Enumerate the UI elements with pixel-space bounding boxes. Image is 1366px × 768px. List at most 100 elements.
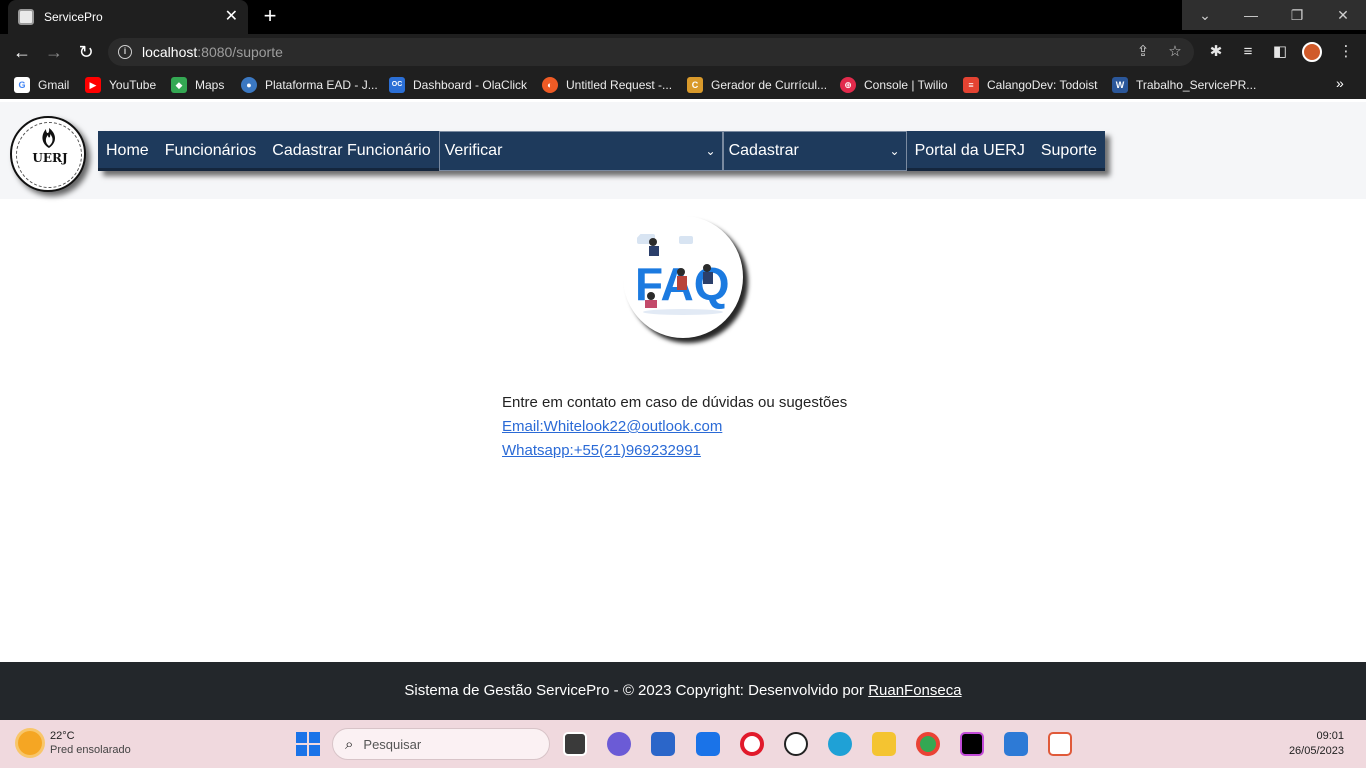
edge-icon[interactable]	[828, 732, 852, 756]
curriculo-icon: C	[687, 77, 703, 93]
snipping-tool-icon[interactable]	[1048, 732, 1072, 756]
bookmark-plataforma-ead[interactable]: ● Plataforma EAD - J...	[241, 76, 378, 94]
footer-text: Sistema de Gestão ServicePro - © 2023 Co…	[404, 682, 869, 699]
bookmark-label: Maps	[195, 78, 225, 92]
teams-chat-icon[interactable]	[607, 732, 631, 756]
contact-intro: Entre em contato em caso de dúvidas ou s…	[502, 394, 848, 411]
bookmark-star-icon[interactable]: ☆	[1166, 43, 1184, 61]
address-bar[interactable]: i localhost:8080/suporte ⇪ ☆	[108, 38, 1194, 66]
nav-portal-uerj[interactable]: Portal da UERJ	[906, 131, 1033, 171]
menu-dots-icon[interactable]: ⋮	[1336, 42, 1356, 62]
bookmark-gerador-curriculo[interactable]: C Gerador de Currícul...	[687, 76, 827, 94]
author-link[interactable]: RuanFonseca	[868, 682, 961, 699]
tab-close-icon[interactable]: ✕	[225, 9, 238, 25]
bookmarks-overflow-icon[interactable]: »	[1336, 75, 1344, 91]
bookmark-label: YouTube	[109, 78, 157, 92]
uerj-logo[interactable]: UERJ	[10, 116, 86, 192]
todoist-icon: ≡	[963, 77, 979, 93]
site-footer: Sistema de Gestão ServicePro - © 2023 Co…	[0, 662, 1366, 720]
bookmark-label: Gmail	[38, 78, 70, 92]
extensions-icon[interactable]: ✱	[1206, 42, 1226, 62]
olaclick-icon: OC	[389, 77, 405, 93]
system-clock[interactable]: 09:01 26/05/2023	[1276, 729, 1344, 759]
browser-toolbar: ← → ↻ i localhost:8080/suporte ⇪ ☆ ✱ ≡ ◧…	[0, 34, 1366, 70]
nav-home[interactable]: Home	[98, 131, 157, 171]
faq-illustration: FAQ	[623, 216, 743, 338]
bookmark-maps[interactable]: ◆ Maps	[171, 76, 224, 94]
page-content: UERJ Home Funcionários Cadastrar Funcion…	[0, 99, 1366, 720]
chevron-down-icon: ⌄	[889, 144, 900, 158]
bookmark-label: Plataforma EAD - J...	[265, 78, 378, 92]
reload-icon[interactable]: ↻	[74, 40, 98, 64]
youtube-icon: ▶	[85, 77, 101, 93]
site-header: UERJ Home Funcionários Cadastrar Funcion…	[0, 102, 1366, 199]
whatsapp-link[interactable]: Whatsapp:+55(21)969232991	[502, 439, 847, 463]
email-link[interactable]: Email:Whitelook22@outlook.com	[502, 415, 847, 439]
dell-icon[interactable]	[784, 732, 808, 756]
nav-cadastrar-funcionario[interactable]: Cadastrar Funcionário	[264, 131, 439, 171]
bookmark-youtube[interactable]: ▶ YouTube	[85, 76, 156, 94]
main-nav: Home Funcionários Cadastrar Funcionário …	[98, 131, 1105, 171]
tab-search-icon[interactable]: ⌄	[1182, 0, 1228, 30]
url-path: :8080/suporte	[197, 44, 283, 60]
chrome-icon[interactable]	[916, 732, 940, 756]
restore-button[interactable]: ❐	[1274, 0, 1320, 30]
profile-avatar[interactable]	[1302, 42, 1322, 62]
share-icon[interactable]: ⇪	[1134, 43, 1152, 61]
bookmark-label: Untitled Request -...	[566, 78, 673, 92]
bookmark-twilio[interactable]: ⊕ Console | Twilio	[840, 76, 948, 94]
weather-description: Pred ensolarado	[50, 744, 131, 756]
nav-funcionarios[interactable]: Funcionários	[156, 131, 265, 171]
opera-icon[interactable]	[740, 732, 764, 756]
store-icon[interactable]	[651, 732, 675, 756]
notepad-icon[interactable]	[1004, 732, 1028, 756]
verificar-select[interactable]: Verificar ⌄	[438, 131, 723, 171]
browser-tab[interactable]: ServicePro ✕	[8, 0, 248, 34]
temperature: 22°C	[50, 730, 75, 742]
google-icon: G	[14, 77, 30, 93]
cadastrar-select[interactable]: Cadastrar ⌄	[722, 131, 907, 171]
forward-icon[interactable]: →	[42, 40, 66, 64]
contact-section: Entre em contato em caso de dúvidas ou s…	[502, 391, 847, 463]
chevron-down-icon: ⌄	[705, 144, 716, 158]
back-icon[interactable]: ←	[10, 40, 34, 64]
file-explorer-icon[interactable]	[872, 732, 896, 756]
windows-start-icon[interactable]	[296, 732, 320, 756]
bookmark-untitled-request[interactable]: ◐ Untitled Request -...	[542, 76, 672, 94]
bookmark-label: Console | Twilio	[864, 78, 948, 92]
cadastrar-select-label: Cadastrar	[728, 142, 799, 159]
new-tab-button[interactable]: +	[258, 5, 282, 29]
postman-icon: ◐	[542, 77, 558, 93]
nav-suporte[interactable]: Suporte	[1032, 131, 1105, 171]
logo-text: UERJ	[32, 151, 68, 165]
intellij-icon[interactable]	[960, 732, 984, 756]
bookmark-todoist[interactable]: ≡ CalangoDev: Todoist	[963, 76, 1098, 94]
search-icon: ⌕	[345, 735, 354, 753]
bookmark-label: Dashboard - OlaClick	[413, 78, 528, 92]
bookmark-word-doc[interactable]: W Trabalho_ServicePR...	[1112, 76, 1256, 94]
site-info-icon[interactable]: i	[118, 45, 132, 59]
windows-taskbar: 22°C Pred ensolarado ⌕ Pesquisar 09:01 2…	[0, 720, 1366, 768]
tab-favicon-icon	[18, 9, 34, 25]
bookmark-label: Trabalho_ServicePR...	[1136, 78, 1257, 92]
media-control-icon[interactable]: ≡	[1238, 42, 1258, 62]
mail-icon[interactable]	[696, 732, 720, 756]
side-panel-icon[interactable]: ◧	[1270, 42, 1290, 62]
tab-title: ServicePro	[44, 10, 103, 24]
taskbar-search[interactable]: ⌕ Pesquisar	[332, 728, 550, 760]
verificar-select-label: Verificar	[444, 142, 503, 159]
weather-widget[interactable]: 22°C Pred ensolarado	[18, 729, 131, 757]
sun-icon	[18, 731, 42, 755]
bookmark-olaclick[interactable]: OC Dashboard - OlaClick	[389, 76, 527, 94]
close-window-button[interactable]: ✕	[1320, 0, 1366, 30]
word-icon: W	[1112, 77, 1128, 93]
browser-titlebar: ServicePro ✕ + ⌄ — ❐ ✕	[0, 0, 1366, 34]
ead-icon: ●	[241, 77, 257, 93]
bookmark-gmail[interactable]: G Gmail	[14, 76, 69, 94]
search-placeholder: Pesquisar	[363, 736, 422, 752]
task-view-icon[interactable]	[563, 732, 587, 756]
bookmarks-bar: G Gmail ▶ YouTube ◆ Maps ● Plataforma EAD - …	[0, 70, 1366, 99]
minimize-button[interactable]: —	[1228, 0, 1274, 30]
bookmark-label: CalangoDev: Todoist	[987, 78, 1098, 92]
twilio-icon: ⊕	[840, 77, 856, 93]
